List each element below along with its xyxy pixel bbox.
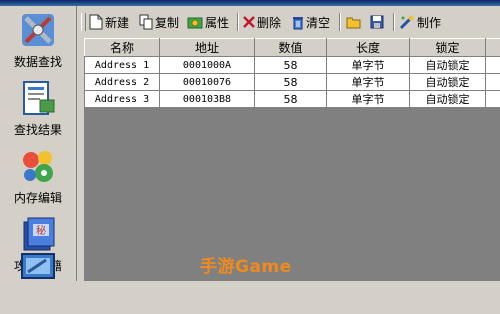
cell-blank xyxy=(486,74,500,91)
address-table-panel: 名称 地址 数值 长度 锁定 Address 1 0001000A 58 单字节… xyxy=(84,38,500,281)
results-document-icon xyxy=(18,78,58,118)
table-row[interactable]: Address 1 0001000A 58 单字节 自动锁定 xyxy=(85,57,500,74)
cell-blank xyxy=(486,57,500,74)
new-button[interactable]: 新建 xyxy=(89,12,129,32)
address-table: 名称 地址 数值 长度 锁定 Address 1 0001000A 58 单字节… xyxy=(84,38,500,108)
watermark-logo: 手游Game xyxy=(200,252,292,277)
column-header-lock[interactable]: 锁定 xyxy=(410,39,486,57)
toolbar-separator xyxy=(237,13,239,31)
cell-length: 单字节 xyxy=(327,91,410,108)
memory-edit-icon xyxy=(18,146,58,186)
sidebar-item-memory-edit[interactable]: 内存编辑 xyxy=(0,142,76,210)
table-row[interactable]: Address 2 00010076 58 单字节 自动锁定 xyxy=(85,74,500,91)
cell-value: 58 xyxy=(255,57,327,74)
delete-x-icon xyxy=(243,15,255,29)
computer-icon xyxy=(18,248,58,288)
sidebar-item-label: 查找结果 xyxy=(0,121,76,138)
trash-icon xyxy=(292,15,304,30)
cell-length: 单字节 xyxy=(327,74,410,91)
open-folder-icon xyxy=(346,15,362,29)
make-button-label: 制作 xyxy=(417,14,441,31)
cell-length: 单字节 xyxy=(327,57,410,74)
column-header-blank xyxy=(486,39,500,57)
cell-lock: 自动锁定 xyxy=(410,91,486,108)
properties-icon xyxy=(187,14,203,30)
clear-button-label: 清空 xyxy=(306,14,330,31)
delete-button[interactable]: 删除 xyxy=(243,12,281,32)
table-header-row: 名称 地址 数值 长度 锁定 xyxy=(85,39,500,57)
clear-button[interactable]: 清空 xyxy=(292,12,330,32)
table-row[interactable]: Address 3 000103B8 58 单字节 自动锁定 xyxy=(85,91,500,108)
copy-button[interactable]: 复制 xyxy=(139,12,179,32)
cell-value: 58 xyxy=(255,91,327,108)
sidebar-item-label: 内存编辑 xyxy=(0,189,76,206)
sidebar: 数据查找 查找结果 内存编辑 秘 攻略秘籍 xyxy=(0,6,77,281)
column-header-value[interactable]: 数值 xyxy=(255,39,327,57)
sidebar-item-search-results[interactable]: 查找结果 xyxy=(0,74,76,142)
cell-name: Address 1 xyxy=(85,57,160,74)
search-tools-icon xyxy=(18,10,58,50)
properties-button-label: 属性 xyxy=(205,14,229,31)
wand-tools-icon xyxy=(399,14,415,30)
cell-name: Address 3 xyxy=(85,91,160,108)
column-header-address[interactable]: 地址 xyxy=(160,39,255,57)
toolbar-separator xyxy=(393,13,395,31)
open-button[interactable] xyxy=(346,12,362,32)
cell-lock: 自动锁定 xyxy=(410,74,486,91)
toolbar-grip[interactable] xyxy=(81,13,86,31)
cell-name: Address 2 xyxy=(85,74,160,91)
copy-icon xyxy=(139,14,153,30)
cell-lock: 自动锁定 xyxy=(410,57,486,74)
new-button-label: 新建 xyxy=(105,14,129,31)
toolbar-separator xyxy=(339,13,341,31)
cell-value: 58 xyxy=(255,74,327,91)
properties-button[interactable]: 属性 xyxy=(187,12,229,32)
sidebar-item-computer[interactable] xyxy=(0,246,76,314)
cell-address: 000103B8 xyxy=(160,91,255,108)
save-button[interactable] xyxy=(370,12,384,32)
column-header-length[interactable]: 长度 xyxy=(327,39,410,57)
cell-address: 0001000A xyxy=(160,57,255,74)
svg-text:秘: 秘 xyxy=(36,224,46,237)
make-button[interactable]: 制作 xyxy=(399,12,441,32)
copy-button-label: 复制 xyxy=(155,14,179,31)
sidebar-item-label: 数据查找 xyxy=(0,53,76,70)
cell-blank xyxy=(486,91,500,108)
new-document-icon xyxy=(89,14,103,30)
toolbar: 新建 复制 属性 删除 清空 xyxy=(77,10,500,34)
save-disk-icon xyxy=(370,15,384,29)
column-header-name[interactable]: 名称 xyxy=(85,39,160,57)
delete-button-label: 删除 xyxy=(257,14,281,31)
sidebar-item-data-search[interactable]: 数据查找 xyxy=(0,6,76,74)
cell-address: 00010076 xyxy=(160,74,255,91)
